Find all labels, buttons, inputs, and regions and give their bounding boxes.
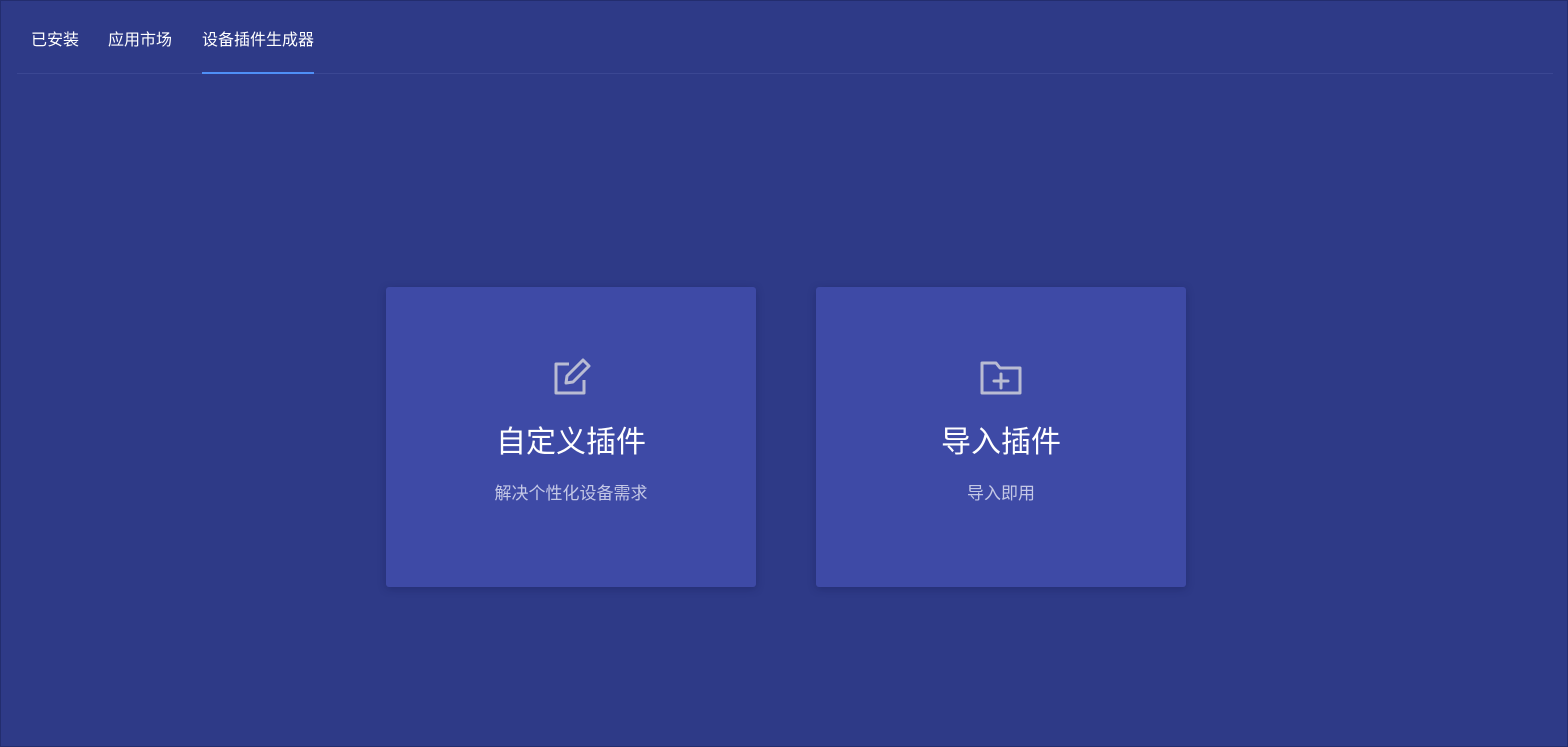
tab-device-plugin-generator[interactable]: 设备插件生成器	[202, 29, 315, 74]
import-plugin-card[interactable]: 导入插件 导入即用	[816, 287, 1186, 587]
edit-icon	[554, 358, 591, 395]
import-plugin-title: 导入插件	[941, 425, 1061, 460]
plugin-page: 已安装 应用市场 设备插件生成器 自定义插件 解决个性化设备需求 导入插件 导入…	[0, 0, 1568, 747]
custom-plugin-card[interactable]: 自定义插件 解决个性化设备需求	[386, 287, 756, 587]
import-plugin-description: 导入即用	[967, 484, 1035, 504]
tab-app-market[interactable]: 应用市场	[108, 29, 172, 73]
custom-plugin-description: 解决个性化设备需求	[494, 484, 648, 504]
tab-installed[interactable]: 已安装	[31, 29, 79, 73]
custom-plugin-title: 自定义插件	[496, 425, 646, 460]
tab-bar: 已安装 应用市场 设备插件生成器	[17, 1, 1553, 74]
folder-add-icon	[980, 361, 1022, 395]
